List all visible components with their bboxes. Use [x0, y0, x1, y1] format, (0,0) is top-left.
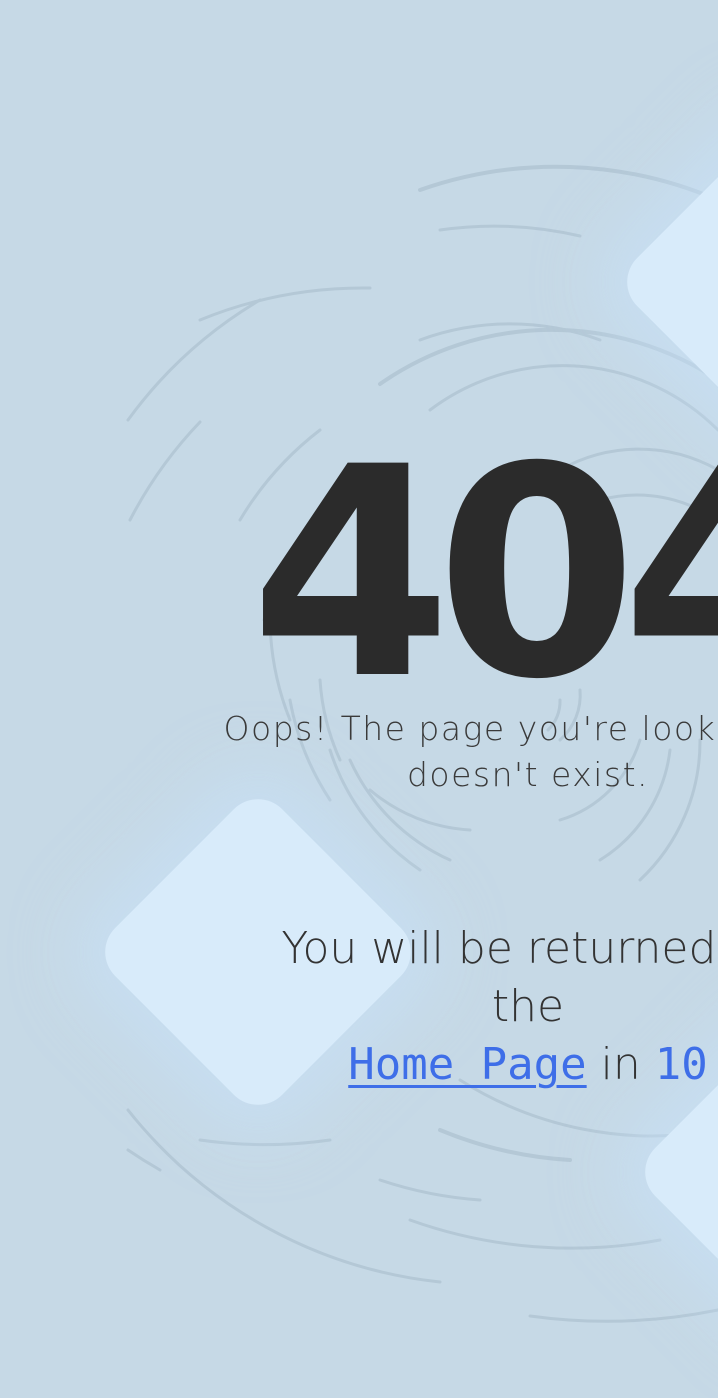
redirect-connector: in: [600, 1039, 641, 1090]
error-message-line2: doesn't exist.: [406, 755, 650, 794]
error-page: 404 Oops! The page you're looking for do…: [0, 0, 718, 1398]
redirect-countdown: 10: [654, 1039, 708, 1090]
home-page-link[interactable]: Home Page: [348, 1039, 586, 1090]
redirect-prefix-line1: You will be returned to: [281, 923, 718, 974]
redirect-notice: You will be returned to the Home Page in…: [168, 920, 718, 1094]
error-code: 404: [250, 406, 718, 743]
redirect-prefix-line2: the: [491, 981, 565, 1032]
error-message: Oops! The page you're looking for doesn'…: [168, 706, 718, 798]
error-message-line1: Oops! The page you're looking for: [223, 709, 718, 748]
